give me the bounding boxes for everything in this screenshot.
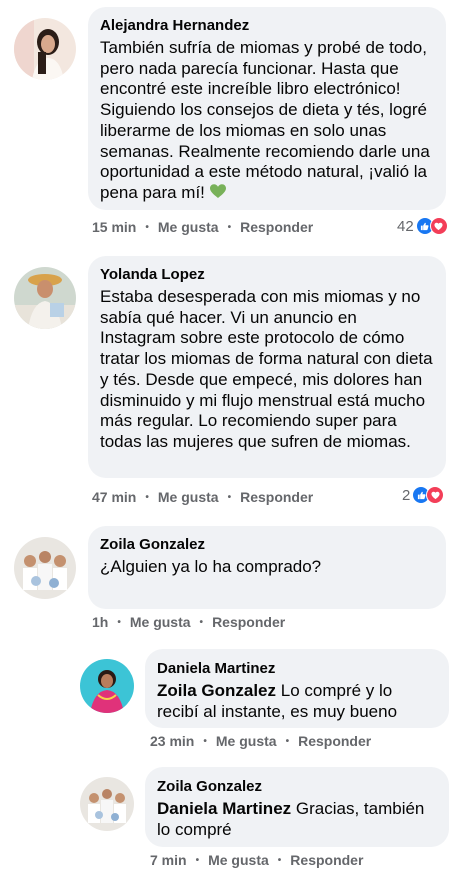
separator-dot: • xyxy=(199,616,204,628)
avatar[interactable] xyxy=(14,18,76,80)
avatar-photo-zoila xyxy=(80,777,134,831)
comment-text: ¿Alguien ya lo ha comprado? xyxy=(100,557,322,576)
reply-zoila: Zoila Gonzalez Daniela Martinez Gracias,… xyxy=(0,760,460,881)
reaction-count: 42 xyxy=(397,217,414,235)
comment-time[interactable]: 15 min xyxy=(92,219,136,235)
comment-bubble: Zoila Gonzalez ¿Alguien ya lo ha comprad… xyxy=(88,526,446,609)
reply-time[interactable]: 23 min xyxy=(150,733,194,749)
comment-time[interactable]: 47 min xyxy=(92,489,136,505)
comment-author[interactable]: Yolanda Lopez xyxy=(100,265,434,285)
reaction-count: 2 xyxy=(402,486,411,504)
avatar-photo-zoila xyxy=(14,537,76,599)
reply-daniela: Daniela Martinez Zoila Gonzalez Lo compr… xyxy=(0,640,460,760)
separator-dot: • xyxy=(145,491,149,503)
reply-text: Daniela Martinez Gracias, también lo com… xyxy=(157,799,437,840)
heart-icon xyxy=(429,217,448,235)
like-button[interactable]: Me gusta xyxy=(158,219,219,235)
reply-author[interactable]: Daniela Martinez xyxy=(157,659,437,679)
reply-button[interactable]: Responder xyxy=(298,733,371,749)
comment-text: Estaba desesperada con mis miomas y no s… xyxy=(100,287,433,451)
like-button[interactable]: Me gusta xyxy=(130,614,191,630)
reaction-summary[interactable]: 2 xyxy=(402,486,445,504)
separator-dot: • xyxy=(285,735,290,747)
comment-actions: 15 min • Me gusta • Responder xyxy=(92,219,313,235)
comment-author[interactable]: Alejandra Hernandez xyxy=(100,16,434,36)
like-button[interactable]: Me gusta xyxy=(216,733,277,749)
reply-bubble: Zoila Gonzalez Daniela Martinez Gracias,… xyxy=(145,767,449,847)
comment-zoila: Zoila Gonzalez ¿Alguien ya lo ha comprad… xyxy=(0,520,460,640)
separator-dot: • xyxy=(145,221,149,233)
reply-actions: 23 min • Me gusta • Responder xyxy=(150,733,371,749)
comment-alejandra: Alejandra Hernandez También sufría de mi… xyxy=(0,0,460,250)
reply-button[interactable]: Responder xyxy=(240,219,313,235)
reply-button[interactable]: Responder xyxy=(212,614,285,630)
like-button[interactable]: Me gusta xyxy=(158,489,219,505)
avatar-photo-alejandra xyxy=(14,18,76,80)
comment-actions: 1h • Me gusta • Responder xyxy=(92,614,285,630)
comment-bubble: Yolanda Lopez Estaba desesperada con mis… xyxy=(88,256,446,478)
reply-actions: 7 min • Me gusta • Responder xyxy=(150,852,363,868)
green-heart-emoji-icon xyxy=(209,184,226,198)
comment-text-body: También sufría de miomas y probé de todo… xyxy=(100,38,430,202)
reply-text: Zoila Gonzalez Lo compré y lo recibí al … xyxy=(157,681,437,722)
mention-link[interactable]: Daniela Martinez xyxy=(157,799,291,818)
comment-text: También sufría de miomas y probé de todo… xyxy=(100,38,434,204)
separator-dot: • xyxy=(195,854,200,866)
comment-author[interactable]: Zoila Gonzalez xyxy=(100,535,434,555)
separator-dot: • xyxy=(227,221,232,233)
heart-icon xyxy=(426,486,445,504)
reaction-summary[interactable]: 42 xyxy=(397,217,448,235)
reply-button[interactable]: Responder xyxy=(240,489,313,505)
comment-actions: 47 min • Me gusta • Responder xyxy=(92,489,313,505)
separator-dot: • xyxy=(227,491,232,503)
avatar[interactable] xyxy=(80,659,134,713)
like-button[interactable]: Me gusta xyxy=(208,852,269,868)
reply-time[interactable]: 7 min xyxy=(150,852,187,868)
comment-bubble: Alejandra Hernandez También sufría de mi… xyxy=(88,7,446,210)
separator-dot: • xyxy=(203,735,207,747)
separator-dot: • xyxy=(277,854,282,866)
reply-bubble: Daniela Martinez Zoila Gonzalez Lo compr… xyxy=(145,649,449,728)
reply-author[interactable]: Zoila Gonzalez xyxy=(157,777,437,797)
avatar-photo-daniela xyxy=(80,659,134,713)
mention-link[interactable]: Zoila Gonzalez xyxy=(157,681,276,700)
comment-yolanda: Yolanda Lopez Estaba desesperada con mis… xyxy=(0,250,460,520)
comment-time[interactable]: 1h xyxy=(92,614,108,630)
avatar[interactable] xyxy=(14,537,76,599)
avatar-photo-yolanda xyxy=(14,267,76,329)
avatar[interactable] xyxy=(14,267,76,329)
avatar[interactable] xyxy=(80,777,134,831)
reply-button[interactable]: Responder xyxy=(290,852,363,868)
separator-dot: • xyxy=(117,616,121,628)
